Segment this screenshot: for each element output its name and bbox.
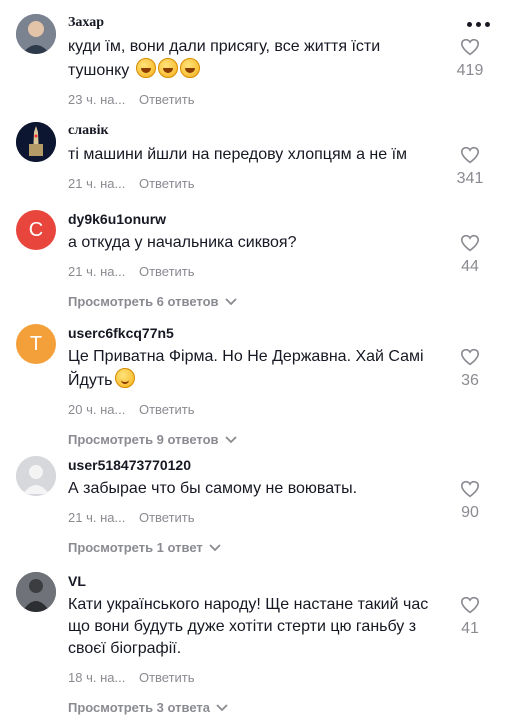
avatar[interactable] xyxy=(16,14,56,54)
heart-icon[interactable] xyxy=(460,480,480,498)
avatar-letter: C xyxy=(28,218,44,241)
heart-icon[interactable] xyxy=(460,348,480,366)
avatar-photo-icon xyxy=(16,14,56,54)
comment-username[interactable]: славік xyxy=(68,122,448,140)
chevron-down-icon xyxy=(224,436,237,444)
comment-time: 21 ч. на... xyxy=(68,510,126,525)
laughing-face-icon xyxy=(157,58,178,78)
view-replies-label: Просмотреть 9 ответов xyxy=(68,432,219,447)
comment-text-line: ті машини йшли на передову хлопцям а не … xyxy=(68,146,408,163)
chevron-down-icon xyxy=(209,544,221,552)
avatar[interactable] xyxy=(16,572,56,612)
default-avatar-icon xyxy=(16,456,56,496)
comment-username[interactable]: Захар xyxy=(68,14,448,32)
reply-button[interactable]: Ответить xyxy=(139,92,195,107)
more-options-icon[interactable] xyxy=(467,22,490,27)
comment-text-line: своєї біографії. xyxy=(68,640,182,657)
comment-time: 23 ч. на... xyxy=(68,92,126,107)
like-button[interactable]: 36 xyxy=(450,348,490,390)
comment-username[interactable]: VL xyxy=(68,572,448,590)
smiling-face-icon xyxy=(114,368,135,388)
like-count: 36 xyxy=(461,372,479,389)
like-count: 90 xyxy=(461,504,479,521)
comment-text: а откуда у начальника сиквоя? xyxy=(68,232,448,254)
like-button[interactable]: 90 xyxy=(450,480,490,522)
avatar-photo-icon xyxy=(16,572,56,612)
like-button[interactable]: 419 xyxy=(450,38,490,80)
comment-meta: 21 ч. на... Ответить xyxy=(68,176,448,192)
view-replies-label: Просмотреть 6 ответов xyxy=(68,294,219,309)
like-count: 41 xyxy=(461,620,479,637)
comment-text-line: тушонку xyxy=(68,62,130,79)
reply-button[interactable]: Ответить xyxy=(139,510,195,525)
comment-meta: 23 ч. на... Ответить xyxy=(68,92,448,108)
reply-button[interactable]: Ответить xyxy=(139,402,195,417)
comment-text: А забырае что бы самому не воюваты. xyxy=(68,478,448,500)
reply-button[interactable]: Ответить xyxy=(139,670,195,685)
like-button[interactable]: 41 xyxy=(450,596,490,638)
laughing-face-icon xyxy=(179,58,200,78)
comment-time: 21 ч. на... xyxy=(68,264,126,279)
comment-text: Кати українського народу! Ще настане так… xyxy=(68,594,448,660)
heart-icon[interactable] xyxy=(460,234,480,252)
comment-text: Це Приватна Фірма. Но Не Державна. Хай С… xyxy=(68,346,448,392)
comment-text: ті машини йшли на передову хлопцям а не … xyxy=(68,144,448,166)
like-count: 341 xyxy=(456,170,484,187)
comment-text-line: Це Приватна Фірма. Но Не Державна. Хай С… xyxy=(68,348,424,365)
comment-text-line: Кати українського народу! Ще настане так… xyxy=(68,596,429,613)
like-button[interactable]: 44 xyxy=(450,234,490,276)
chevron-down-icon xyxy=(216,704,228,712)
heart-icon[interactable] xyxy=(460,596,480,614)
avatar[interactable] xyxy=(16,456,56,496)
avatar[interactable]: C xyxy=(16,210,56,250)
laughing-face-icon xyxy=(135,58,156,78)
view-replies-button[interactable]: Просмотреть 9 ответов xyxy=(68,432,448,448)
comment-text-line: Йдуть xyxy=(68,372,113,389)
like-button[interactable]: 341 xyxy=(450,146,490,188)
view-replies-button[interactable]: Просмотреть 1 ответ xyxy=(68,540,448,556)
comment-meta: 18 ч. на... Ответить xyxy=(68,670,448,686)
like-count: 44 xyxy=(461,258,479,275)
view-replies-button[interactable]: Просмотреть 6 ответов xyxy=(68,294,448,310)
comment-meta: 21 ч. на... Ответить xyxy=(68,264,448,280)
avatar[interactable] xyxy=(16,122,56,162)
like-count: 419 xyxy=(456,62,484,79)
comment-text-line: що вони будуть дуже хотіти стерти цю ган… xyxy=(68,618,417,635)
chevron-down-icon xyxy=(224,298,237,306)
comment-text-line: а откуда у начальника сиквоя? xyxy=(68,234,297,251)
comment-username[interactable]: dy9k6u1onurw xyxy=(68,210,448,228)
view-replies-label: Просмотреть 3 ответа xyxy=(68,700,210,715)
avatar-letter: T xyxy=(29,332,43,355)
avatar[interactable]: T xyxy=(16,324,56,364)
comment-text-line: А забырае что бы самому не воюваты. xyxy=(68,480,358,497)
heart-icon[interactable] xyxy=(460,146,480,164)
comment-username[interactable]: user518473770120 xyxy=(68,456,448,474)
comment-time: 21 ч. на... xyxy=(68,176,126,191)
view-replies-label: Просмотреть 1 ответ xyxy=(68,540,203,555)
view-replies-button[interactable]: Просмотреть 3 ответа xyxy=(68,700,448,716)
comment-meta: 20 ч. на... Ответить xyxy=(68,402,448,418)
comment-text-line: куди їм, вони дали присягу, все життя їс… xyxy=(68,38,381,55)
heart-icon[interactable] xyxy=(460,38,480,56)
comment-meta: 21 ч. на... Ответить xyxy=(68,510,448,526)
reply-button[interactable]: Ответить xyxy=(139,176,195,191)
comment-time: 20 ч. на... xyxy=(68,402,126,417)
reply-button[interactable]: Ответить xyxy=(139,264,195,279)
avatar-photo-icon xyxy=(16,122,56,162)
comment-username[interactable]: userc6fkcq77n5 xyxy=(68,324,448,342)
comment-text: куди їм, вони дали присягу, все життя їс… xyxy=(68,36,448,82)
comment-time: 18 ч. на... xyxy=(68,670,126,685)
